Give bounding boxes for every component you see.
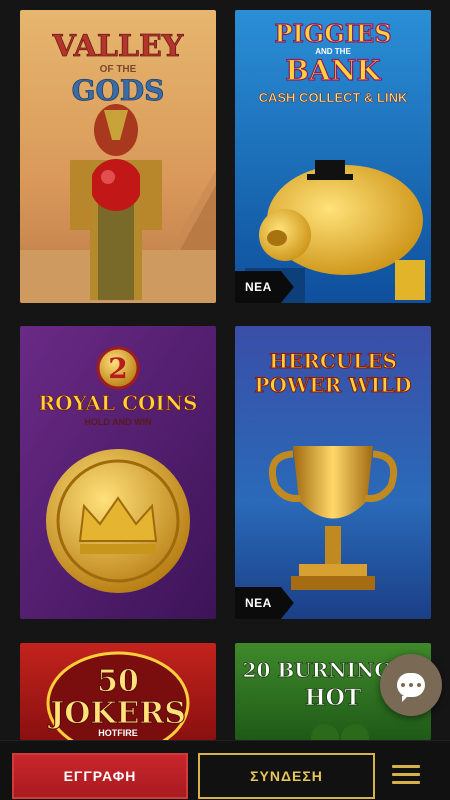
chat-button[interactable]	[380, 654, 442, 716]
login-button[interactable]: ΣΥΝΔΕΣΗ	[198, 753, 375, 799]
game-thumbnail: 50 JOKERS HOTFIRE	[20, 643, 216, 740]
game-title-line2: ROYAL COINS	[38, 391, 197, 415]
register-button[interactable]: ΕΓΓΡΑΦΗ	[12, 753, 188, 799]
game-thumbnail: PIGGIES AND THE BANK CASH COLLECT & LINK	[235, 10, 431, 303]
game-tile-royal-coins[interactable]: 2 ROYAL COINS HOLD AND WIN	[20, 326, 216, 619]
game-thumbnail: VALLEY OF THE GODS	[20, 10, 216, 303]
game-title-line2: JOKERS	[47, 696, 186, 731]
game-subtitle: CASH COLLECT & LINK	[259, 90, 408, 105]
app-root: VALLEY OF THE GODS PIGGIES AND THE BANK …	[0, 0, 450, 800]
game-title-line1: PIGGIES	[274, 19, 391, 48]
game-title-line1: 50	[97, 664, 139, 699]
game-title-line2: POWER WILD	[255, 373, 412, 397]
game-title-line3: HOLD AND WIN	[84, 417, 151, 427]
game-tile-50-jokers-hotfire[interactable]: 50 JOKERS HOTFIRE	[20, 643, 216, 740]
bottom-action-bar: ΕΓΓΡΑΦΗ ΣΥΝΔΕΣΗ	[0, 740, 450, 800]
game-tile-valley-of-the-gods[interactable]: VALLEY OF THE GODS	[20, 10, 216, 303]
hamburger-menu-icon[interactable]	[392, 765, 420, 787]
game-thumbnail: 2 ROYAL COINS HOLD AND WIN	[20, 326, 216, 619]
game-title-line3: GODS	[72, 74, 165, 107]
game-title-line2: HOT	[305, 685, 362, 711]
chat-icon	[397, 673, 425, 702]
game-tile-hercules-power-wild[interactable]: HERCULES POWER WILD NEA	[235, 326, 431, 619]
game-thumbnail: HERCULES POWER WILD	[235, 326, 431, 619]
game-title-line1: HERCULES	[269, 349, 397, 373]
game-title-line3: HOTFIRE	[98, 728, 138, 738]
game-title-line1: VALLEY	[52, 29, 184, 64]
game-title-line1: 20 BURNING	[243, 658, 392, 682]
game-tile-piggies-and-the-bank[interactable]: PIGGIES AND THE BANK CASH COLLECT & LINK…	[235, 10, 431, 303]
game-title-line1: 2	[108, 352, 127, 385]
game-title-line3: BANK	[285, 54, 382, 87]
